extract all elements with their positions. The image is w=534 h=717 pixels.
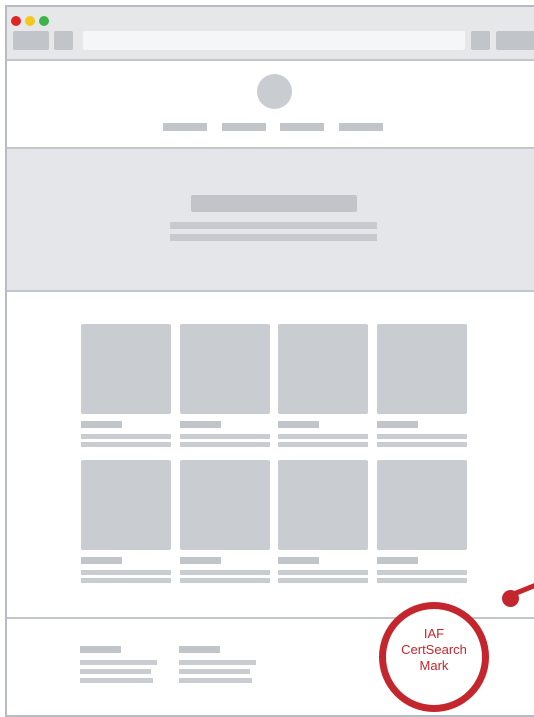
- product-text-line: [377, 578, 467, 583]
- footer-link[interactable]: [179, 669, 250, 674]
- hero-text-line: [170, 234, 377, 241]
- footer-link[interactable]: [80, 678, 153, 683]
- product-image-placeholder[interactable]: [180, 460, 270, 550]
- back-button[interactable]: [13, 31, 49, 50]
- product-title-placeholder[interactable]: [81, 421, 122, 428]
- product-title-placeholder[interactable]: [377, 557, 418, 564]
- mark-label-line-3: Mark: [419, 658, 449, 673]
- hero-banner: [7, 147, 534, 292]
- footer-heading-placeholder: [179, 646, 220, 653]
- site-logo[interactable]: [257, 74, 292, 109]
- footer-heading-placeholder: [80, 646, 121, 653]
- product-image-placeholder[interactable]: [180, 324, 270, 414]
- product-text-line: [278, 570, 368, 575]
- product-text-line: [278, 578, 368, 583]
- product-title-placeholder[interactable]: [180, 421, 221, 428]
- product-image-placeholder[interactable]: [278, 460, 368, 550]
- product-text-line: [180, 434, 270, 439]
- product-text-line: [278, 442, 368, 447]
- product-text-line: [81, 434, 171, 439]
- product-text-line: [81, 578, 171, 583]
- footer-link[interactable]: [179, 678, 252, 683]
- product-image-placeholder[interactable]: [377, 460, 467, 550]
- product-image-placeholder[interactable]: [81, 324, 171, 414]
- nav-item-2[interactable]: [222, 123, 266, 131]
- forward-button[interactable]: [54, 31, 73, 50]
- product-title-placeholder[interactable]: [377, 421, 418, 428]
- product-text-line: [377, 442, 467, 447]
- footer-link[interactable]: [179, 660, 256, 665]
- toolbar-action-button[interactable]: [471, 31, 490, 50]
- product-text-line: [81, 570, 171, 575]
- iaf-certsearch-mark[interactable]: IAF CertSearch Mark: [379, 602, 489, 712]
- callout-pointer-dot: [502, 590, 519, 607]
- product-text-line: [180, 442, 270, 447]
- nav-item-1[interactable]: [163, 123, 207, 131]
- product-title-placeholder[interactable]: [278, 557, 319, 564]
- product-text-line: [81, 442, 171, 447]
- nav-item-3[interactable]: [280, 123, 324, 131]
- product-title-placeholder[interactable]: [81, 557, 122, 564]
- minimize-window-icon[interactable]: [25, 16, 35, 26]
- hero-text-line: [170, 222, 377, 229]
- product-text-line: [377, 434, 467, 439]
- close-window-icon[interactable]: [11, 16, 21, 26]
- product-text-line: [278, 434, 368, 439]
- footer-link[interactable]: [80, 669, 151, 674]
- footer-link[interactable]: [80, 660, 157, 665]
- maximize-window-icon[interactable]: [39, 16, 49, 26]
- product-image-placeholder[interactable]: [377, 324, 467, 414]
- toolbar-menu-button[interactable]: [496, 31, 534, 50]
- browser-toolbar: [7, 7, 534, 61]
- address-bar[interactable]: [83, 31, 465, 50]
- nav-item-4[interactable]: [339, 123, 383, 131]
- product-text-line: [377, 570, 467, 575]
- product-image-placeholder[interactable]: [278, 324, 368, 414]
- hero-title-placeholder: [191, 195, 357, 212]
- mark-label-line-1: IAF: [423, 626, 445, 641]
- product-image-placeholder[interactable]: [81, 460, 171, 550]
- mark-label: IAF CertSearch Mark: [394, 626, 474, 674]
- product-title-placeholder[interactable]: [180, 557, 221, 564]
- product-title-placeholder[interactable]: [278, 421, 319, 428]
- mark-label-line-2: CertSearch: [401, 642, 467, 657]
- product-text-line: [180, 578, 270, 583]
- product-text-line: [180, 570, 270, 575]
